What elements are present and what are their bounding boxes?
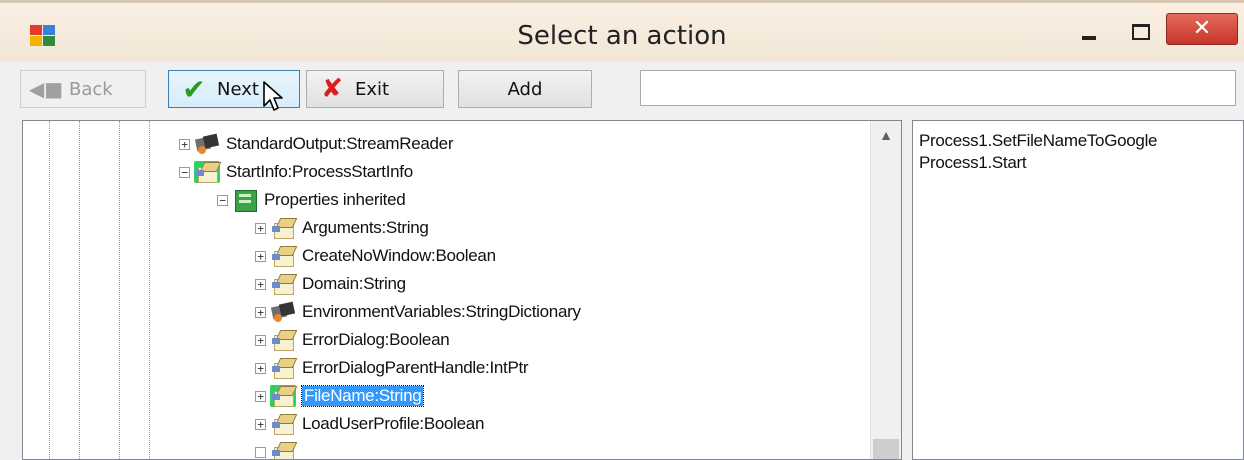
list-item[interactable]: Process1.Start xyxy=(919,153,1027,173)
window-title: Select an action xyxy=(517,21,727,51)
tree-node-label: Domain:String xyxy=(302,274,406,293)
exit-button-label: Exit xyxy=(355,78,390,100)
mouse-pointer-icon xyxy=(263,81,283,111)
property-icon xyxy=(270,357,298,379)
minimize-button[interactable] xyxy=(1064,15,1112,49)
tree-node[interactable]: + Arguments:String xyxy=(255,215,429,241)
tree-node-label: Properties inherited xyxy=(264,190,406,209)
tree-node[interactable] xyxy=(255,439,302,459)
expand-toggle[interactable]: + xyxy=(255,418,266,430)
checkmark-icon: ✔ xyxy=(182,72,206,106)
expand-toggle[interactable] xyxy=(255,446,266,458)
property-icon xyxy=(270,273,298,295)
tree-node-label: FileName:String xyxy=(300,385,425,407)
red-x-icon: ✘ xyxy=(321,74,343,104)
object-icon xyxy=(194,133,220,155)
properties-group-icon xyxy=(232,189,258,212)
tree-node-label: EnvironmentVariables:StringDictionary xyxy=(302,302,581,321)
vertical-scrollbar[interactable]: ▲ xyxy=(870,121,901,459)
tree-node[interactable]: + Domain:String xyxy=(255,271,406,297)
scroll-up-arrow-icon[interactable]: ▲ xyxy=(871,127,901,143)
back-arrow-icon: ◀■ xyxy=(28,77,64,101)
tree-node-selected[interactable]: + FileName:String xyxy=(255,383,425,409)
add-button-label: Add xyxy=(507,78,543,100)
tree-node[interactable]: + CreateNoWindow:Boolean xyxy=(255,243,496,269)
object-tree[interactable]: + StandardOutput:StreamReader − StartInf… xyxy=(22,120,902,460)
expand-toggle[interactable]: + xyxy=(255,222,266,234)
collapse-toggle[interactable]: − xyxy=(217,194,228,206)
expand-toggle[interactable]: + xyxy=(255,250,266,262)
tree-node-label: ErrorDialogParentHandle:IntPtr xyxy=(302,358,529,377)
action-name-input[interactable] xyxy=(640,70,1236,106)
scroll-thumb[interactable] xyxy=(873,439,899,459)
list-item[interactable]: Process1.SetFileNameToGoogle xyxy=(919,131,1158,151)
collapse-toggle[interactable]: − xyxy=(179,166,190,178)
expand-toggle[interactable]: + xyxy=(179,138,190,150)
property-icon xyxy=(270,441,298,459)
close-icon: ✕ xyxy=(1192,16,1212,41)
dialog-window: Select an action ✕ ◀■ Back ✔ Next ✘ Exit… xyxy=(0,0,1244,460)
property-icon xyxy=(270,329,298,351)
tree-node[interactable]: + ErrorDialog:Boolean xyxy=(255,327,450,353)
tree-guide-line xyxy=(119,121,120,459)
expand-toggle[interactable]: + xyxy=(255,278,266,290)
tree-node[interactable]: + EnvironmentVariables:StringDictionary xyxy=(255,299,581,325)
expand-toggle[interactable]: + xyxy=(255,362,266,374)
tree-node[interactable]: + ErrorDialogParentHandle:IntPtr xyxy=(255,355,529,381)
tree-node[interactable]: − StartInfo:ProcessStartInfo xyxy=(179,159,413,185)
expand-toggle[interactable]: + xyxy=(255,306,266,318)
property-icon xyxy=(270,385,298,407)
tree-node-label: StartInfo:ProcessStartInfo xyxy=(226,162,413,181)
tree-node-label: Arguments:String xyxy=(302,218,429,237)
title-bar[interactable]: Select an action ✕ xyxy=(0,0,1244,62)
property-icon xyxy=(270,413,298,435)
tree-node[interactable]: + StandardOutput:StreamReader xyxy=(179,131,454,157)
object-icon xyxy=(270,301,296,323)
tree-node-label: CreateNoWindow:Boolean xyxy=(302,246,496,265)
maximize-button[interactable] xyxy=(1116,15,1162,49)
back-button[interactable]: ◀■ Back xyxy=(20,70,146,108)
tree-guide-line xyxy=(149,121,150,459)
property-icon xyxy=(270,245,298,267)
property-icon xyxy=(270,217,298,239)
tree-node-label: LoadUserProfile:Boolean xyxy=(302,414,485,433)
next-button-label: Next xyxy=(217,78,259,100)
tree-node-label: StandardOutput:StreamReader xyxy=(226,134,454,153)
back-button-label: Back xyxy=(69,78,113,100)
exit-button[interactable]: ✘ Exit xyxy=(306,70,444,108)
add-button[interactable]: Add xyxy=(458,70,592,108)
tree-guide-line xyxy=(79,121,80,459)
close-button[interactable]: ✕ xyxy=(1166,13,1238,45)
toolbar: ◀■ Back ✔ Next ✘ Exit Add xyxy=(0,62,1244,116)
expand-toggle[interactable]: + xyxy=(255,390,266,402)
tree-node-label: ErrorDialog:Boolean xyxy=(302,330,450,349)
tree-guide-line xyxy=(49,121,50,459)
tree-node[interactable]: + LoadUserProfile:Boolean xyxy=(255,411,484,437)
expand-toggle[interactable]: + xyxy=(255,334,266,346)
action-list[interactable]: Process1.SetFileNameToGoogle Process1.St… xyxy=(912,120,1244,460)
property-icon xyxy=(194,161,222,183)
tree-node[interactable]: − Properties inherited xyxy=(217,187,406,213)
